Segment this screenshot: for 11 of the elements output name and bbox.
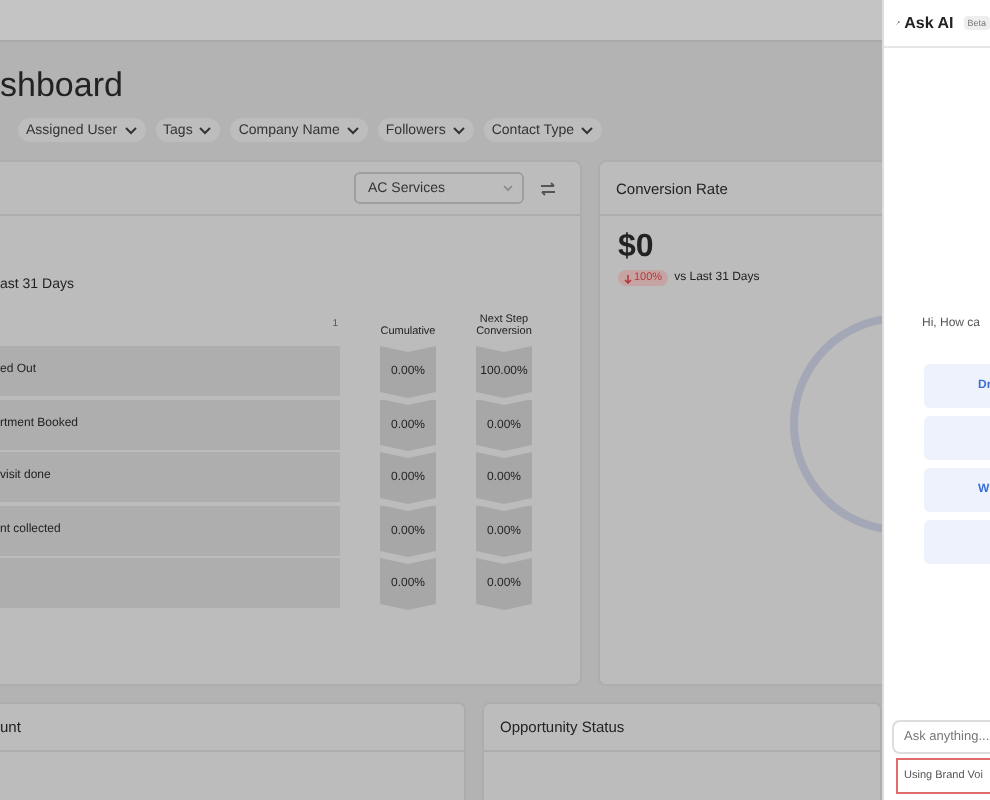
caret-icon — [123, 125, 138, 135]
caret-icon — [451, 125, 466, 135]
caret-icon — [502, 184, 514, 192]
conversion-value: $0 — [618, 230, 654, 266]
swap-icon[interactable] — [540, 181, 556, 195]
caret-icon — [579, 125, 594, 135]
caret-icon — [198, 125, 213, 135]
caret-icon — [345, 125, 360, 135]
arrow-icon — [624, 273, 632, 283]
panel-title: Ask AI — [904, 14, 954, 32]
page-title: shboard — [0, 66, 123, 106]
